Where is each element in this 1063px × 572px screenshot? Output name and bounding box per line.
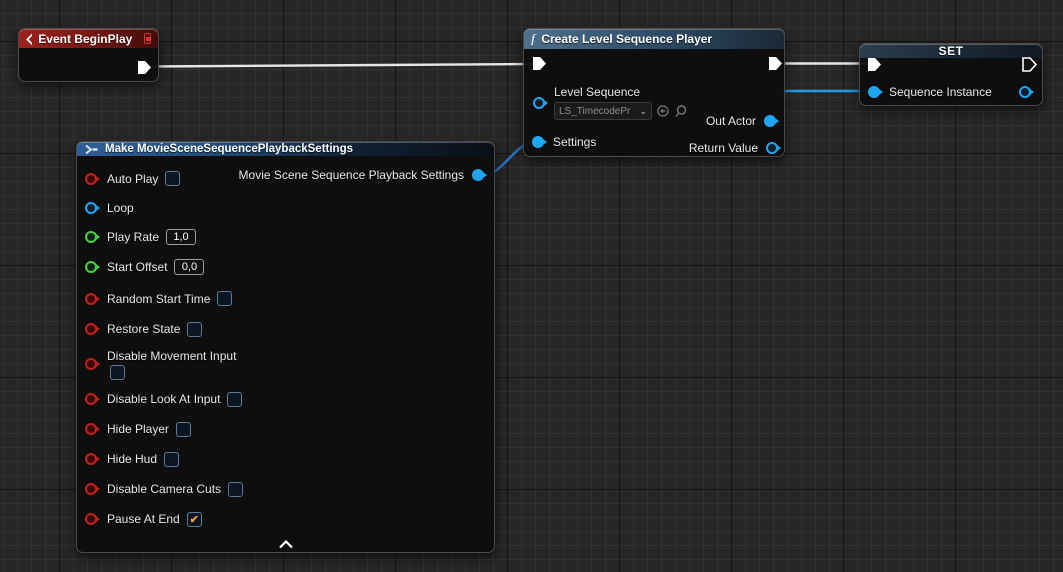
random-start-time-checkbox[interactable]: [217, 291, 232, 306]
blueprint-canvas[interactable]: Event BeginPlay f Create Level Sequence …: [0, 0, 1063, 572]
node-title: SET: [939, 44, 964, 58]
pin-label: Loop: [107, 201, 134, 215]
exec-output-pin[interactable]: [1022, 57, 1037, 72]
node-event-beginplay[interactable]: Event BeginPlay: [18, 28, 159, 82]
node-create-level-sequence-player[interactable]: f Create Level Sequence Player Level Seq…: [523, 28, 785, 157]
pin-row: Disable Look At Input: [77, 384, 494, 414]
pin-label: Disable Camera Cuts: [107, 482, 221, 496]
browse-asset-icon[interactable]: [674, 105, 687, 118]
disable-movement-input-checkbox[interactable]: [110, 365, 125, 380]
exec-output-pin[interactable]: [768, 56, 783, 71]
pin-label: Random Start Time: [107, 292, 210, 306]
pin-label: Restore State: [107, 322, 180, 336]
object-pin[interactable]: [85, 202, 97, 214]
pin-label: Settings: [553, 135, 596, 149]
hide-player-checkbox[interactable]: [176, 422, 191, 437]
exec-output-pin[interactable]: [137, 60, 152, 75]
pin-row: Disable Movement Input: [77, 344, 494, 384]
pin-row: Play Rate 1,0: [77, 222, 494, 251]
node-make-playback-settings[interactable]: Make MovieSceneSequencePlaybackSettings …: [76, 141, 495, 553]
bool-pin[interactable]: [85, 453, 97, 465]
pin-row: Hide Player: [77, 414, 494, 444]
auto-play-checkbox[interactable]: [165, 171, 180, 186]
pin-label: Disable Look At Input: [107, 392, 220, 406]
disable-look-at-input-checkbox[interactable]: [227, 392, 242, 407]
event-icon: [26, 33, 32, 45]
pin-row: Start Offset 0,0: [77, 251, 494, 283]
bool-pin[interactable]: [85, 358, 97, 370]
pin-label: Out Actor: [706, 114, 756, 128]
settings-pin[interactable]: [532, 136, 544, 148]
node-title: Event BeginPlay: [38, 32, 132, 46]
bool-pin[interactable]: [85, 293, 97, 305]
pause-at-end-checkbox[interactable]: [187, 512, 202, 527]
chevron-down-icon: ⌄: [639, 107, 647, 115]
pin-label: Level Sequence: [554, 85, 687, 99]
exec-input-pin[interactable]: [532, 56, 547, 71]
asset-picker-value: LS_TimecodePr: [559, 106, 636, 117]
make-struct-icon: [84, 144, 99, 155]
pin-label: Return Value: [689, 141, 758, 155]
pin-row: Random Start Time: [77, 283, 494, 314]
exec-input-pin[interactable]: [867, 57, 882, 72]
pin-label: Pause At End: [107, 512, 180, 526]
pin-row: Pause At End: [77, 504, 494, 534]
pin-label: Start Offset: [107, 260, 167, 274]
sequence-instance-output-pin[interactable]: [1019, 86, 1031, 98]
play-rate-input[interactable]: 1,0: [166, 229, 196, 245]
start-offset-input[interactable]: 0,0: [174, 259, 204, 275]
pin-label: Auto Play: [107, 172, 158, 186]
bool-pin[interactable]: [85, 483, 97, 495]
node-title: Create Level Sequence Player: [541, 32, 712, 46]
node-title: Make MovieSceneSequencePlaybackSettings: [105, 143, 353, 155]
bool-pin[interactable]: [85, 393, 97, 405]
use-selected-asset-icon[interactable]: [657, 105, 669, 117]
sequence-instance-input-pin[interactable]: [868, 86, 880, 98]
asset-picker-dropdown[interactable]: LS_TimecodePr ⌄: [554, 102, 652, 120]
float-pin[interactable]: [85, 261, 97, 273]
return-value-pin[interactable]: [766, 142, 778, 154]
red-square-badge-icon: [144, 33, 151, 44]
pin-label: Hide Player: [107, 422, 169, 436]
pin-label: Play Rate: [107, 230, 159, 244]
float-pin[interactable]: [85, 231, 97, 243]
restore-state-checkbox[interactable]: [187, 322, 202, 337]
bool-pin[interactable]: [85, 423, 97, 435]
disable-camera-cuts-checkbox[interactable]: [228, 482, 243, 497]
pin-label: Disable Movement Input: [107, 349, 236, 363]
pin-row: Auto Play: [77, 164, 494, 193]
exec-wire-beginplay-to-create[interactable]: [151, 64, 533, 67]
bool-pin[interactable]: [85, 323, 97, 335]
level-sequence-pin[interactable]: [533, 97, 545, 109]
function-icon: f: [531, 31, 535, 47]
pin-label: Sequence Instance: [889, 85, 992, 99]
pin-row: Loop: [77, 193, 494, 222]
out-actor-pin[interactable]: [764, 115, 776, 127]
pin-row: Restore State: [77, 314, 494, 344]
bool-pin[interactable]: [85, 173, 97, 185]
node-set-sequence-instance[interactable]: SET Sequence Instance: [859, 43, 1043, 106]
pin-label: Hide Hud: [107, 452, 157, 466]
collapse-chevron-icon[interactable]: [278, 540, 294, 549]
hide-hud-checkbox[interactable]: [164, 452, 179, 467]
pin-row: Disable Camera Cuts: [77, 474, 494, 504]
bool-pin[interactable]: [85, 513, 97, 525]
pin-row: Hide Hud: [77, 444, 494, 474]
